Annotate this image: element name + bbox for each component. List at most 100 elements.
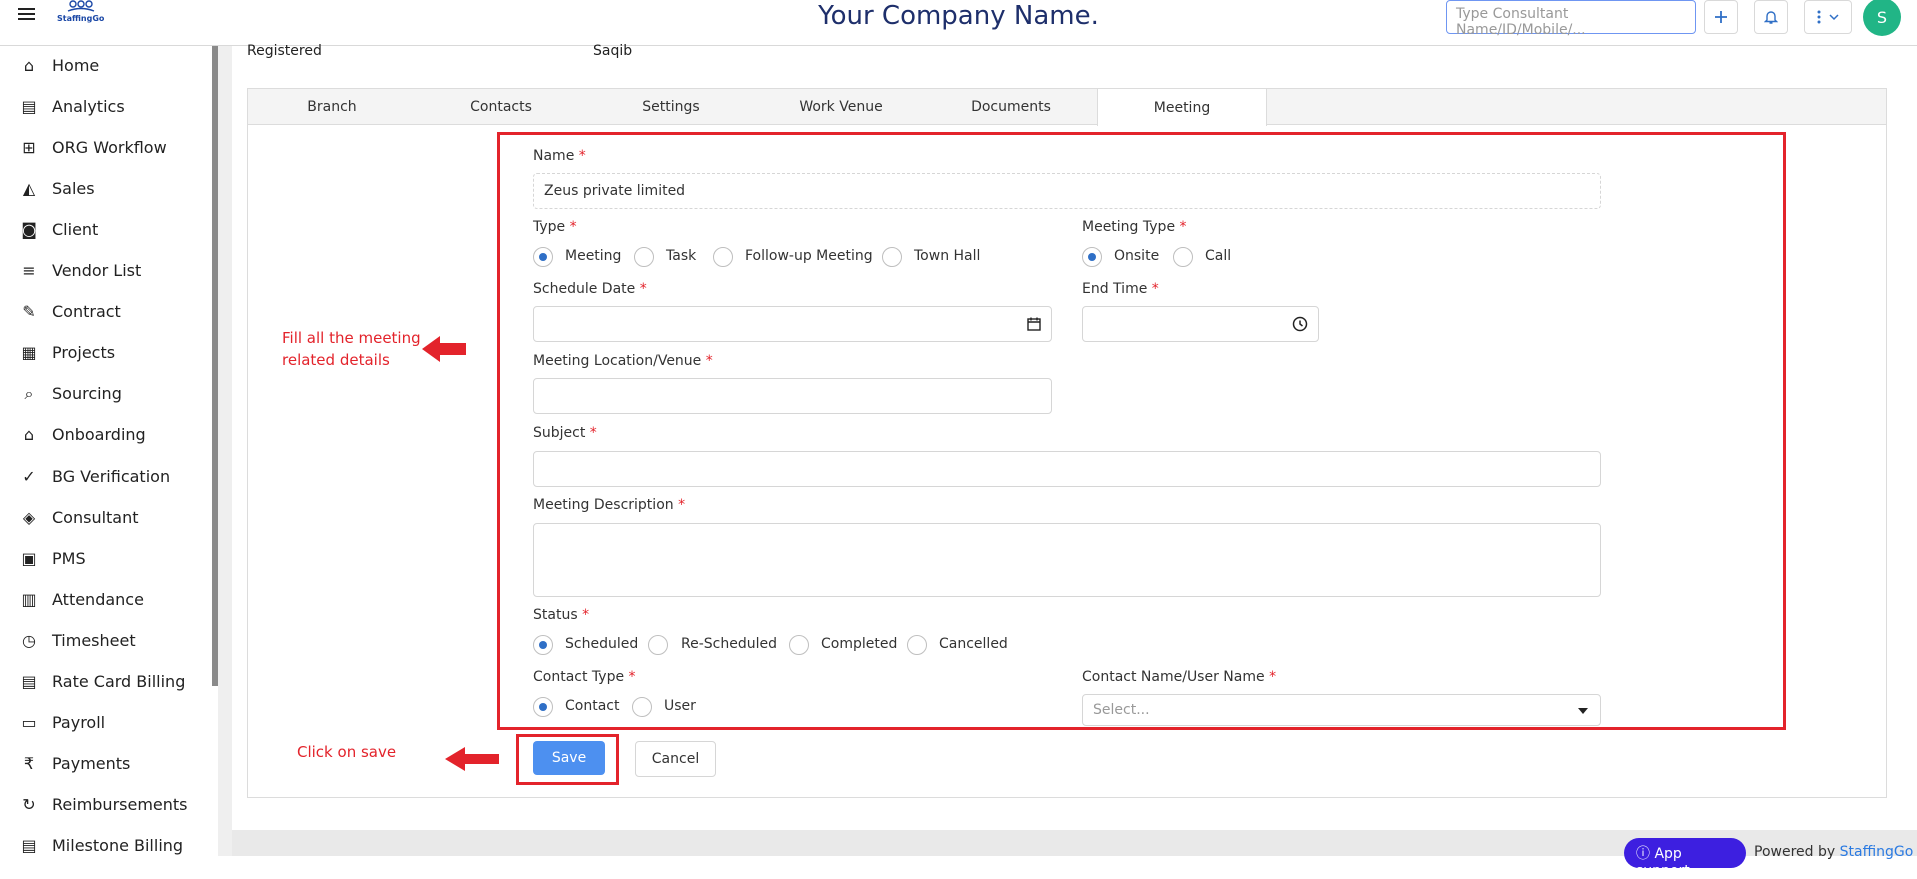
tab-work-venue[interactable]: Work Venue [756,89,926,125]
sidebar-item-consultant[interactable]: ◈ Consultant [20,502,139,532]
sidebar-item-pms[interactable]: ▣ PMS [20,543,86,573]
vendor-list-icon: ≡ [22,261,36,280]
sidebar-item-label: Client [52,219,99,239]
tab-settings[interactable]: Settings [586,89,756,125]
type-task-radio[interactable] [634,247,654,267]
tab-documents[interactable]: Documents [926,89,1096,125]
powered-by-brand[interactable]: StaffingGo [1840,844,1914,860]
sidebar-item-reimbursements[interactable]: ↻ Reimbursements [20,790,188,820]
status-rescheduled-radio[interactable] [648,635,668,655]
status-cancelled-radio[interactable] [907,635,927,655]
sidebar-item-projects[interactable]: ▦ Projects [20,338,115,368]
contact-type-contact-radio[interactable] [533,697,553,717]
annotation-click-save: Click on save [297,743,397,761]
save-button[interactable]: Save [533,741,605,775]
contact-type-user-radio[interactable] [632,697,652,717]
org-workflow-icon: ⊞ [22,137,36,157]
status-rescheduled-label: Re-Scheduled [681,636,777,652]
location-input[interactable] [533,378,1052,414]
sidebar-item-label: Reimbursements [52,795,188,815]
type-follow-up-radio[interactable] [713,247,733,267]
status-completed-radio[interactable] [789,635,809,655]
calendar-icon[interactable] [1027,317,1041,331]
sidebar-item-org-workflow[interactable]: ⊞ ORG Workflow [20,132,167,162]
sidebar-item-label: Payroll [52,713,106,733]
tab-contacts[interactable]: Contacts [416,89,586,125]
type-follow-up-label: Follow-up Meeting [745,248,873,264]
sidebar-item-label: ORG Workflow [52,137,167,157]
sidebar-item-label: Home [52,55,100,75]
more-options-button[interactable] [1804,0,1852,34]
sidebar-item-label: Timesheet [52,630,136,650]
annotation-fill-details: Fill all the meeting related details [282,329,421,369]
location-label: Meeting Location/Venue * [533,353,713,369]
sidebar-item-attendance[interactable]: ▥ Attendance [20,584,144,614]
home-icon: ⌂ [23,55,35,75]
sidebar-item-label: Rate Card Billing [52,672,186,691]
app-support-button[interactable]: ⓘ App support [1624,838,1746,879]
status-scheduled-radio[interactable] [533,635,553,655]
timesheet-icon: ◷ [22,630,36,650]
milestone-billing-icon: ▤ [21,836,37,856]
sidebar-item-sales[interactable]: ◭ Sales [20,173,95,203]
sidebar-item-label: Milestone Billing [52,836,184,856]
schedule-date-input[interactable] [533,306,1052,342]
sidebar-item-payments[interactable]: ₹ Payments [20,749,130,779]
sidebar-item-label: BG Verification [52,466,171,486]
chevron-down-icon [1829,14,1839,21]
client-icon: ◙ [21,219,37,239]
sidebar-item-milestone-billing[interactable]: ▤ Milestone Billing [20,831,183,861]
pms-icon: ▣ [21,548,37,568]
sales-icon: ◭ [22,178,36,198]
tab-branch[interactable]: Branch [248,89,416,125]
sidebar-item-onboarding[interactable]: ⌂ Onboarding [20,420,146,450]
sidebar-item-bg-verification[interactable]: ✓ BG Verification [20,461,170,491]
sidebar-item-vendor-list[interactable]: ≡ Vendor List [20,256,141,286]
notifications-button[interactable] [1754,0,1788,34]
dropdown-caret-icon [1578,708,1588,714]
sidebar-item-home[interactable]: ⌂ Home [20,50,99,80]
sidebar-item-label: Sourcing [52,384,122,404]
contact-name-select[interactable]: Select... [1082,694,1601,726]
sidebar-item-label: PMS [52,548,86,568]
tab-meeting[interactable]: Meeting [1097,89,1267,126]
type-meeting-label: Meeting [565,248,622,264]
sidebar-item-client[interactable]: ◙ Client [20,214,98,244]
type-label: Type * [533,219,577,235]
add-button[interactable] [1704,0,1738,34]
consultant-search-input[interactable]: Type Consultant Name/ID/Mobile/... [1446,0,1696,38]
clock-icon[interactable] [1292,316,1308,332]
sidebar-item-label: Contract [52,302,121,322]
name-field[interactable]: Zeus private limited [533,173,1601,209]
type-meeting-radio[interactable] [533,247,553,267]
sidebar-item-payroll[interactable]: ▭ Payroll [20,708,105,738]
meeting-type-onsite-label: Onsite [1114,248,1160,264]
registered-label: Registered [247,43,322,59]
status-completed-label: Completed [821,636,898,652]
registered-value: Saqib [593,43,633,59]
cancel-button[interactable]: Cancel [635,741,716,777]
type-town-hall-radio[interactable] [882,247,902,267]
sidebar-item-timesheet[interactable]: ◷ Timesheet [20,625,136,655]
sidebar-gutter [218,46,232,856]
help-icon: ⓘ [1636,846,1650,862]
sidebar-item-rate-card-billing[interactable]: ▤ Rate Card Billing [20,667,185,697]
meeting-type-onsite-radio[interactable] [1082,247,1102,267]
sidebar-item-analytics[interactable]: ▤ Analytics [20,91,125,121]
sidebar-item-sourcing[interactable]: ⌕ Sourcing [20,379,122,409]
annotation-arrow-left-icon [445,747,499,771]
subject-label: Subject * [533,425,597,441]
meeting-type-call-label: Call [1205,248,1232,264]
contact-name-label: Contact Name/User Name * [1082,669,1277,685]
subject-input[interactable] [533,451,1601,487]
end-time-input[interactable] [1082,306,1319,342]
description-textarea[interactable] [533,523,1601,597]
sidebar-item-label: Vendor List [52,261,142,280]
type-task-label: Task [666,248,697,264]
meeting-type-call-radio[interactable] [1173,247,1193,267]
contact-type-contact-label: Contact [565,698,620,714]
sidebar-item-label: Attendance [52,589,144,609]
sidebar-item-contract[interactable]: ✎ Contract [20,297,121,327]
status-label: Status * [533,607,590,623]
sidebar-item-label: Analytics [52,96,125,116]
